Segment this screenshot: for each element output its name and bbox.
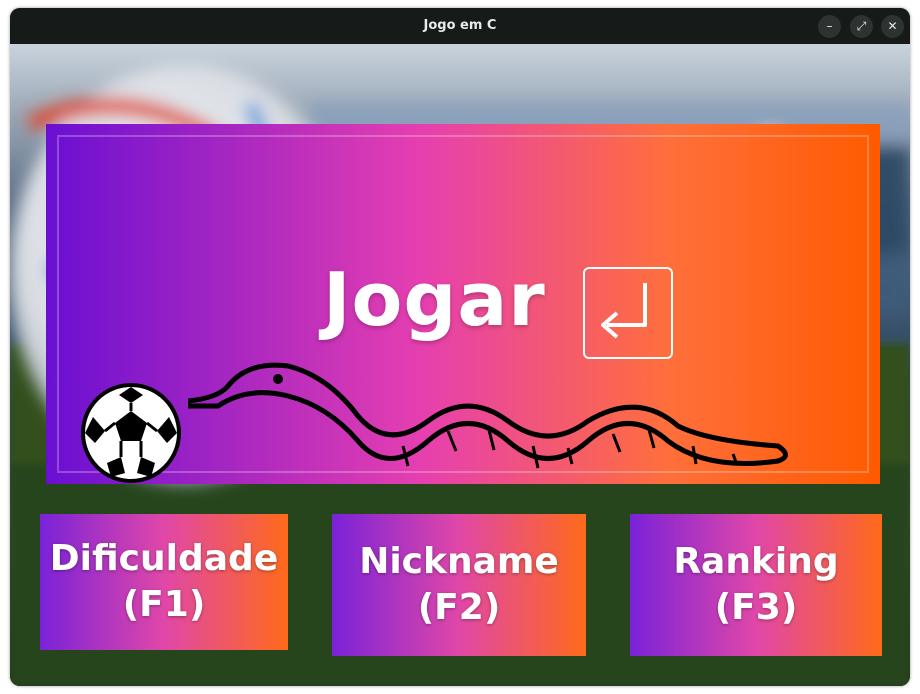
maximize-button[interactable]: ⤢ (850, 15, 873, 38)
difficulty-button[interactable]: Dificuldade (F1) (40, 514, 288, 650)
ranking-shortcut: (F3) (714, 587, 798, 628)
snake-icon (188, 362, 788, 469)
nickname-button[interactable]: Nickname (F2) (332, 514, 586, 656)
app-window: Jogo em C – ⤢ ✕ Jogar Dificuldade (F1) N… (10, 8, 910, 686)
difficulty-label: Dificuldade (49, 538, 279, 579)
difficulty-shortcut: (F1) (122, 584, 206, 625)
game-screen: Jogar Dificuldade (F1) Nickname (F2) Ran… (10, 44, 910, 686)
ranking-label: Ranking (673, 541, 839, 582)
minimize-icon: – (826, 19, 833, 33)
play-button[interactable]: Jogar (46, 124, 880, 484)
close-icon: ✕ (887, 19, 898, 33)
nickname-shortcut: (F2) (417, 587, 501, 628)
window-title: Jogo em C (423, 18, 497, 33)
title-bar[interactable]: Jogo em C – ⤢ ✕ (10, 8, 910, 44)
soccer-ball-icon (81, 383, 181, 483)
minimize-button[interactable]: – (818, 15, 841, 38)
maximize-icon: ⤢ (856, 19, 867, 33)
play-label: Jogar (323, 257, 546, 343)
ranking-button[interactable]: Ranking (F3) (630, 514, 882, 656)
nickname-label: Nickname (359, 541, 559, 582)
close-button[interactable]: ✕ (881, 15, 904, 38)
